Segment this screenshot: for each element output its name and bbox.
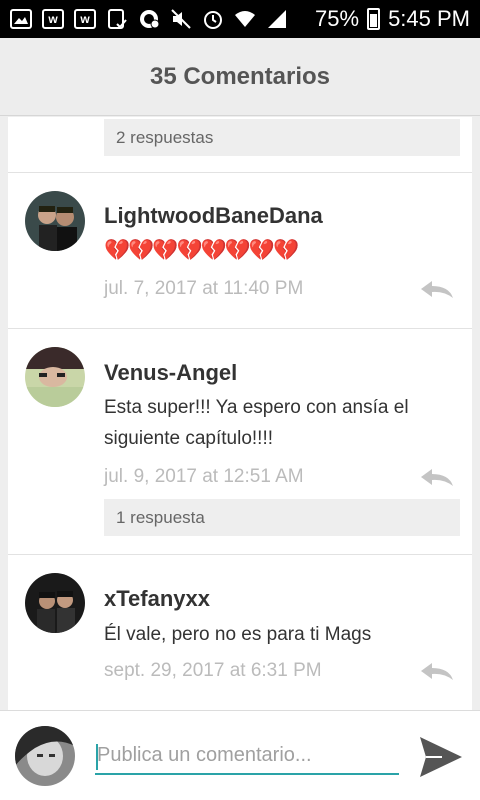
comment-text: Él vale, pero no es para ti Mags (104, 624, 372, 645)
comment-username[interactable]: Venus-Angel (104, 360, 237, 386)
replies-button[interactable]: 1 respuesta (104, 499, 460, 536)
signal-icon (266, 8, 288, 30)
image-icon (10, 8, 32, 30)
page-title: 35 Comentarios (149, 62, 331, 90)
wattpad-icon: w (42, 9, 64, 29)
avatar[interactable] (25, 573, 85, 633)
comment-timestamp: sept. 29, 2017 at 6:31 PM (104, 660, 322, 681)
comment-text: Esta super!!! Ya espero con ansía el sig… (104, 392, 454, 454)
send-icon[interactable] (418, 735, 464, 779)
comment-list[interactable]: 2 respuestas LightwoodBaneDana 💔💔💔💔💔💔💔💔 … (8, 117, 472, 710)
wifi-icon (234, 8, 256, 30)
battery-icon (367, 8, 381, 30)
comment-composer (0, 710, 480, 800)
clock: 5:45 PM (388, 6, 470, 31)
battery-percent: 75% (315, 6, 360, 31)
comment-username[interactable]: LightwoodBaneDana (104, 203, 323, 229)
wattpad-icon: w (74, 9, 96, 29)
user-avatar[interactable] (15, 726, 75, 786)
replies-label: 2 respuestas (116, 127, 214, 147)
clipboard-check-icon (106, 8, 128, 30)
reply-icon[interactable] (420, 468, 454, 488)
comment-username[interactable]: xTefanyxx (104, 586, 210, 612)
reply-icon[interactable] (420, 662, 454, 682)
mute-icon (170, 8, 192, 30)
comment-timestamp: jul. 9, 2017 at 12:51 AM (104, 466, 304, 487)
replies-label: 1 respuesta (116, 507, 205, 527)
divider (8, 172, 472, 173)
replies-button[interactable]: 2 respuestas (104, 119, 460, 156)
header: 35 Comentarios (0, 38, 480, 116)
comment-input[interactable] (95, 737, 399, 775)
avatar[interactable] (25, 191, 85, 251)
comment-timestamp: jul. 7, 2017 at 11:40 PM (104, 278, 304, 299)
status-bar: w w 75% 5:45 PM (0, 0, 480, 38)
divider (8, 328, 472, 329)
comment-text-line: Esta super!!! Ya espero con ansía el (104, 397, 409, 418)
comment-text-line: siguiente capítulo!!!! (104, 428, 273, 449)
avatar[interactable] (25, 347, 85, 407)
comment-text: 💔💔💔💔💔💔💔💔 (104, 239, 299, 262)
alarm-icon (202, 8, 224, 30)
reply-icon[interactable] (420, 280, 454, 300)
divider (8, 554, 472, 555)
text-caret (96, 744, 98, 770)
whatsapp-icon (138, 8, 160, 30)
